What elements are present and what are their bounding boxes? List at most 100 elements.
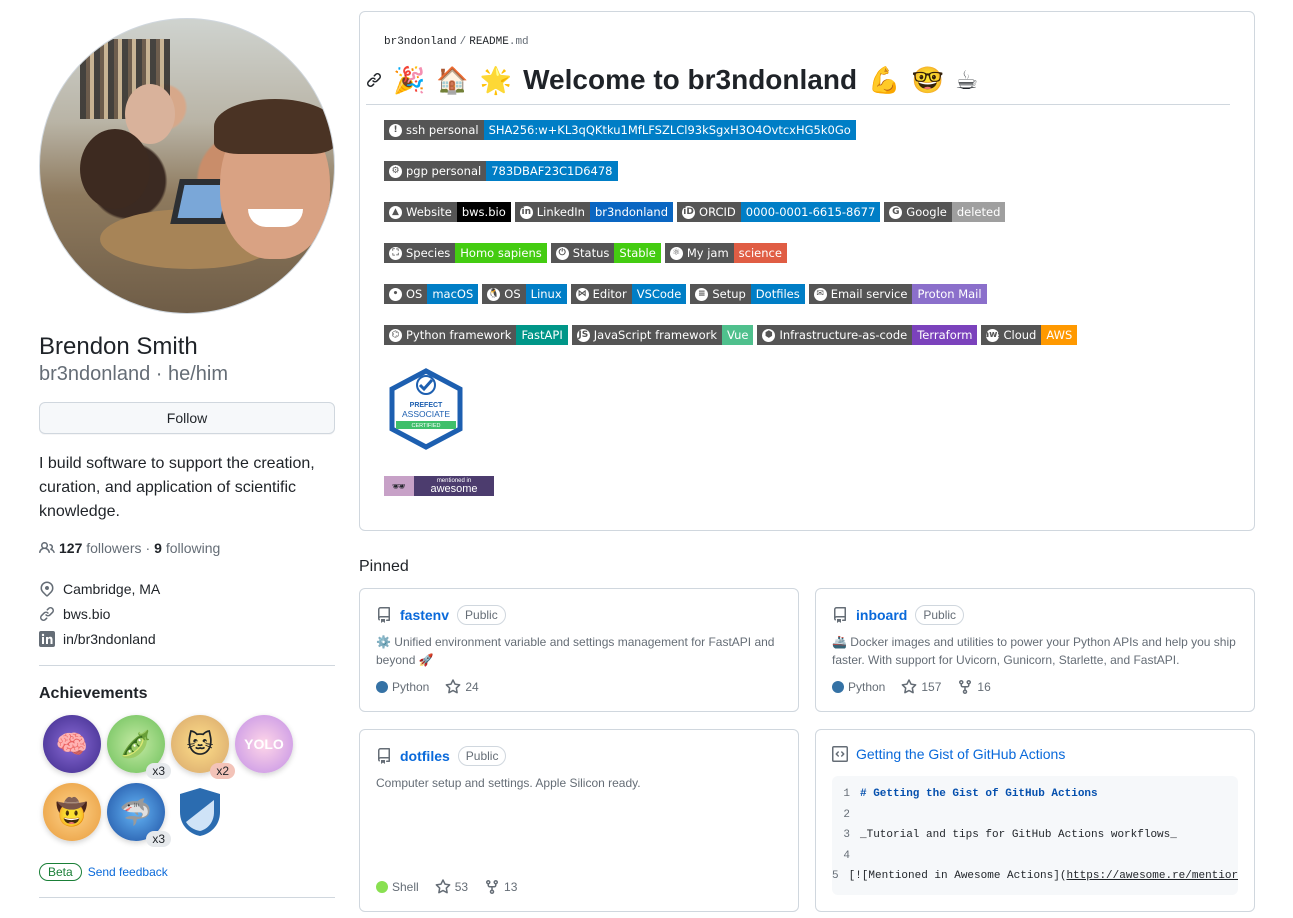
vcard-website[interactable]: bws.bio (39, 601, 335, 626)
repo-name-link[interactable]: fastenv (400, 607, 449, 623)
quickdraw-badge[interactable]: 🤠 (43, 783, 101, 841)
pair-extraordinaire-badge[interactable]: 🫛 x3 (107, 715, 171, 779)
party-popper-icon: 🎉 (393, 64, 426, 95)
shield-badge[interactable]: ⚙ pgp personal 783DBAF23C1D6478 (384, 161, 618, 181)
star-icon (901, 679, 917, 694)
language-color-dot (832, 681, 844, 693)
beta-badge: Beta (39, 863, 82, 881)
code-line: 5 [![Mentioned in Awesome Actions](https:… (832, 870, 1238, 883)
shield-label: ORCID (699, 205, 736, 219)
stars-link[interactable]: 53 (435, 879, 468, 895)
shield-value: deleted (951, 202, 1006, 222)
repo-meta: Python 24 (376, 679, 479, 695)
readme-heading: 🎉 🏠 🌟 Welcome to br3ndonland 💪 🤓 ☕ (366, 64, 1230, 105)
fork-icon (959, 680, 972, 695)
linux-icon: 🐧 (487, 287, 501, 301)
forks-link[interactable]: 16 (957, 679, 991, 695)
following-link[interactable]: 9 following (154, 540, 220, 556)
vcard-linkedin[interactable]: in/br3ndonland (39, 626, 335, 651)
shield-badge[interactable]: ≡ Setup Dotfiles (690, 284, 805, 304)
code-square-icon (832, 746, 848, 762)
shield-label: JavaScript framework (593, 328, 717, 342)
profile-nickname: br3ndonland · he/him (39, 363, 229, 385)
pinned-repo-card: dotfiles Public Computer setup and setti… (359, 729, 799, 912)
beta-row: Beta Send feedback (39, 863, 335, 881)
yolo-badge[interactable]: YOLO (235, 715, 293, 773)
stars-link[interactable]: 24 (445, 679, 479, 695)
sidebar-divider (39, 665, 335, 666)
profile-bio: I build software to support the creation… (39, 455, 315, 520)
shield-label: Setup (712, 287, 746, 301)
terraform-icon: ⬢ (762, 328, 776, 342)
repo-meta: Shell 53 13 (376, 879, 517, 895)
setup-icon: ≡ (695, 287, 709, 301)
repo-name-link[interactable]: inboard (856, 607, 907, 623)
code-line: 3 _Tutorial and tips for GitHub Actions w… (843, 829, 1177, 842)
repo-name-link[interactable]: dotfiles (400, 748, 450, 764)
repo-description: Computer setup and settings. Apple Silic… (376, 776, 641, 790)
send-feedback-link[interactable]: Send feedback (88, 865, 168, 879)
shield-value: FastAPI (516, 325, 568, 345)
google-icon: G (889, 205, 903, 219)
shield-badge[interactable]: ⛶ Species Homo sapiens (384, 243, 547, 263)
shield-badge[interactable]: 🐧 OS Linux (482, 284, 567, 304)
shield-row: ⌬ Python framework FastAPI JS JavaScript fra… (384, 325, 1230, 345)
shield-value: Terraform (912, 325, 978, 345)
code-line: 4 (843, 849, 850, 862)
python-icon: ⌬ (389, 328, 402, 342)
readme-title: Welcome to br3ndonland (523, 64, 858, 95)
shield-value: br3ndonland (589, 202, 674, 222)
follow-button[interactable]: Follow (39, 402, 335, 434)
shield-label: Google (906, 205, 947, 219)
shield-badge[interactable]: iD ORCID 0000-0001-6615-8677 (677, 202, 881, 222)
link-icon (39, 606, 55, 621)
shield-badge[interactable]: JS JavaScript framework Vue (571, 325, 754, 345)
prefect-associate-certification[interactable]: PREFECT ASSOCIATE CERTIFIED (384, 367, 468, 451)
readme-owner-link[interactable]: br3ndonland (384, 36, 457, 48)
location-icon (40, 580, 54, 597)
repo-description: 🚢 Docker images and utilities to power y… (832, 635, 1236, 667)
anchor-link-icon[interactable] (366, 72, 382, 88)
repo-meta: Python 157 16 (832, 679, 991, 695)
shield-label: LinkedIn (536, 205, 585, 219)
shield-badge[interactable]: in LinkedIn br3ndonland (514, 202, 674, 222)
pull-shark-badge[interactable]: 🦈 x3 (107, 783, 171, 847)
shield-badge[interactable]: ⚛ My jam science (664, 243, 787, 263)
shield-value: Homo sapiens (455, 243, 547, 263)
shield-badge[interactable]: ⋈ Editor VSCode (570, 284, 687, 304)
shield-badge[interactable]: • OS macOS (384, 284, 479, 304)
shield-value: Stable (614, 243, 661, 263)
arctic-code-vault-badge[interactable] (171, 783, 229, 841)
shield-badge[interactable]: ⌬ Python framework FastAPI (384, 325, 568, 345)
shield-badge[interactable]: ▲ Website bws.bio (384, 202, 511, 222)
shield-value: bws.bio (456, 202, 511, 222)
shield-label: OS (504, 287, 521, 301)
star-icon (435, 879, 451, 894)
followers-link[interactable]: 127 followers (59, 540, 142, 556)
vercel-icon: ▲ (389, 205, 402, 219)
starstruck-badge[interactable]: 🐱 x2 (171, 715, 235, 779)
shield-value: science (733, 243, 787, 263)
profile-readme: br3ndonland / README.md 🎉 🏠 🌟 Welcome to b… (359, 11, 1255, 531)
key-icon: ! (389, 123, 402, 137)
shield-row: ! ssh personal SHA256:w+KL3qQKtku1MfLFSZLC… (384, 120, 1230, 140)
shield-badge[interactable]: ! ssh personal SHA256:w+KL3qQKtku1MfLFSZLC… (384, 120, 856, 140)
gist-title-link[interactable]: Getting the Gist of GitHub Actions (856, 746, 1065, 762)
profile-avatar[interactable] (39, 18, 335, 314)
power-icon: ⏻ (555, 246, 569, 260)
shield-label: ssh personal (406, 123, 479, 137)
galaxy-brain-badge[interactable]: 🧠 (43, 715, 101, 773)
shield-badge[interactable]: ⬢ Infrastructure-as-code Terraform (757, 325, 978, 345)
shield-label: Status (572, 246, 610, 260)
shield-badge[interactable]: G Google deleted (884, 202, 1006, 222)
repo-language: Python (832, 680, 885, 694)
forks-link[interactable]: 13 (484, 879, 517, 895)
stars-link[interactable]: 157 (901, 679, 941, 695)
shield-badge[interactable]: ⏻ Status Stable (550, 243, 661, 263)
shield-badge[interactable]: ✉ Email service Proton Mail (808, 284, 987, 304)
mail-icon: ✉ (813, 287, 827, 301)
code-url[interactable]: https://awesome.re/mentior (1066, 870, 1238, 882)
shield-row: ⚙ pgp personal 783DBAF23C1D6478 (384, 161, 1230, 181)
mentioned-in-awesome-badge[interactable]: 🕶 mentioned in awesome (384, 476, 494, 496)
shield-badge[interactable]: aws Cloud AWS (981, 325, 1078, 345)
